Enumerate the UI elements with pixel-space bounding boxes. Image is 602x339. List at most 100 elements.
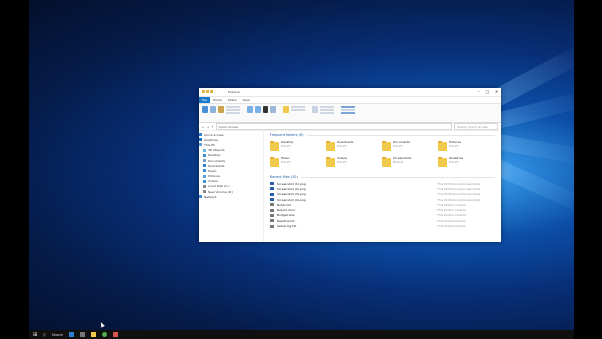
file-icon xyxy=(270,182,274,186)
file-path: This PC\Downloads xyxy=(437,224,466,229)
file-explorer-taskbar-icon[interactable] xyxy=(91,332,97,337)
cube-icon xyxy=(203,148,206,152)
pin-to-quick-access-icon[interactable] xyxy=(202,106,208,113)
back-icon[interactable]: ← xyxy=(202,125,205,129)
nav-item-label: Downloads xyxy=(208,163,225,168)
nav-item-label: Quick access xyxy=(204,132,224,137)
search-icon[interactable]: ⚲ xyxy=(43,333,45,337)
ribbon-group-select xyxy=(341,106,355,115)
recent-file-row[interactable]: Screenshot (4).png This PC\Pictures\Scree… xyxy=(270,197,495,202)
recent-file-row[interactable]: Setup log.txt This PC\Downloads xyxy=(270,223,495,228)
frequent-folder-item[interactable]: Music This PC xyxy=(270,156,326,169)
file-icon xyxy=(270,208,274,212)
move-to-icon[interactable] xyxy=(247,106,253,113)
file-icon xyxy=(270,192,274,196)
up-icon[interactable]: ↑ xyxy=(211,125,214,129)
recent-files-list: Screenshot (1).png This PC\Pictures\Scree… xyxy=(270,181,495,229)
recent-file-row[interactable]: Screenshot (2).png This PC\Pictures\Scree… xyxy=(270,186,495,191)
delete-icon[interactable] xyxy=(263,106,268,113)
frequent-folder-item[interactable]: Documents This PC xyxy=(382,140,438,153)
nav-item[interactable]: Network xyxy=(199,194,263,199)
ribbon xyxy=(199,104,501,123)
copy-icon[interactable] xyxy=(210,106,216,113)
frequent-folders-grid: Desktop This PC Downloads This PC Documents T… xyxy=(270,140,495,169)
frequent-folder-item[interactable]: Pictures This PC xyxy=(438,140,494,153)
ribbon-group-open xyxy=(312,106,334,115)
frequent-folder-item[interactable]: Downloads This PC xyxy=(326,140,382,153)
recent-file-row[interactable]: Notes.txt This PC\Documents xyxy=(270,202,495,207)
rename-icon[interactable] xyxy=(270,106,276,113)
video-icon xyxy=(203,179,206,183)
folder-name: Screenshots xyxy=(393,156,412,160)
tab-share[interactable]: Share xyxy=(225,98,240,102)
new-folder-icon[interactable] xyxy=(283,106,289,113)
file-icon xyxy=(270,224,274,228)
nav-item-label: New Volume (D:) xyxy=(208,189,234,194)
recent-file-row[interactable]: Screenshot (1).png This PC\Pictures\Scree… xyxy=(270,181,495,186)
nav-item-label: Music xyxy=(208,168,217,173)
properties-icon[interactable] xyxy=(312,106,318,113)
recent-file-row[interactable]: Screenshot (3).png This PC\Pictures\Scree… xyxy=(270,192,495,197)
app-icon[interactable] xyxy=(113,332,119,337)
folder-text: Music This PC xyxy=(281,156,291,169)
folder-name: Documents xyxy=(393,140,411,144)
folder-icon xyxy=(438,141,447,151)
folder-text: Downloads This PC xyxy=(337,140,353,153)
folder-location: This PC xyxy=(393,144,403,148)
taskbar-search-label[interactable]: Search xyxy=(52,333,64,337)
tab-home[interactable]: Home xyxy=(210,98,225,102)
recent-file-row[interactable]: Readme.txt This PC\Downloads xyxy=(270,218,495,223)
frequent-folder-item[interactable]: OneDrive This PC xyxy=(438,156,494,169)
forward-icon[interactable]: → xyxy=(207,125,210,129)
close-button[interactable]: ✕ xyxy=(492,88,501,96)
spotify-icon[interactable] xyxy=(102,332,108,337)
file-name: Report.docx xyxy=(277,208,296,213)
frequent-folder-item[interactable]: Desktop This PC xyxy=(270,140,326,153)
file-icon xyxy=(270,219,274,223)
file-path: This PC\Documents xyxy=(437,202,467,207)
folder-text: Screenshots Pictures xyxy=(393,156,412,169)
nav-item-label: OneDrive xyxy=(204,137,219,142)
recent-files-heading[interactable]: Recent files (20) xyxy=(270,174,495,180)
frequent-folder-item[interactable]: Screenshots Pictures xyxy=(382,156,438,169)
folder-location: This PC xyxy=(337,160,347,164)
ribbon-group-new xyxy=(283,106,305,113)
file-icon xyxy=(270,187,274,191)
music-icon xyxy=(203,169,206,173)
recent-file-row[interactable]: Report.docx This PC\Documents xyxy=(270,207,495,212)
document-icon xyxy=(203,159,206,163)
frequent-folders-heading[interactable]: Frequent folders (8) xyxy=(270,132,495,138)
tab-view[interactable]: View xyxy=(240,98,253,102)
recent-file-row[interactable]: Budget.xlsx This PC\Documents xyxy=(270,213,495,218)
title-bar[interactable]: Explorer – □ ✕ xyxy=(199,88,501,97)
folder-location: This PC xyxy=(449,160,459,164)
file-icon xyxy=(270,213,274,217)
computer-icon xyxy=(199,143,202,147)
paste-icon[interactable] xyxy=(218,106,224,113)
start-button-icon[interactable]: ⊞ xyxy=(33,332,37,338)
minimize-button[interactable]: – xyxy=(474,88,483,96)
folder-icon xyxy=(326,157,335,167)
nav-item-label: Pictures xyxy=(208,174,220,179)
frequent-folder-item[interactable]: Videos This PC xyxy=(326,156,382,169)
folder-text: Documents This PC xyxy=(393,140,411,153)
file-icon xyxy=(270,203,274,207)
quick-access-toolbar[interactable] xyxy=(202,90,224,94)
folder-name: Videos xyxy=(337,156,347,160)
nav-item-label: Videos xyxy=(208,179,218,184)
task-view-icon[interactable] xyxy=(69,332,75,337)
folder-icon xyxy=(438,157,447,167)
tab-file[interactable]: File xyxy=(199,97,211,103)
file-path: This PC\Downloads xyxy=(437,218,466,223)
folder-location: Pictures xyxy=(393,160,404,164)
maximize-button[interactable]: □ xyxy=(483,88,492,96)
folder-name: Music xyxy=(281,156,290,160)
taskbar: ⊞ ⚲ Search xyxy=(29,330,574,339)
edge-icon[interactable] xyxy=(80,332,86,337)
copy-to-icon[interactable] xyxy=(255,106,261,113)
nav-item-label: 3D Objects xyxy=(208,148,225,153)
navigation-pane: Quick access OneDrive This PC 3D Objects Des… xyxy=(199,129,264,242)
window-title: Explorer xyxy=(228,90,241,94)
desktop-icon xyxy=(203,153,206,157)
folder-name: OneDrive xyxy=(449,156,464,160)
